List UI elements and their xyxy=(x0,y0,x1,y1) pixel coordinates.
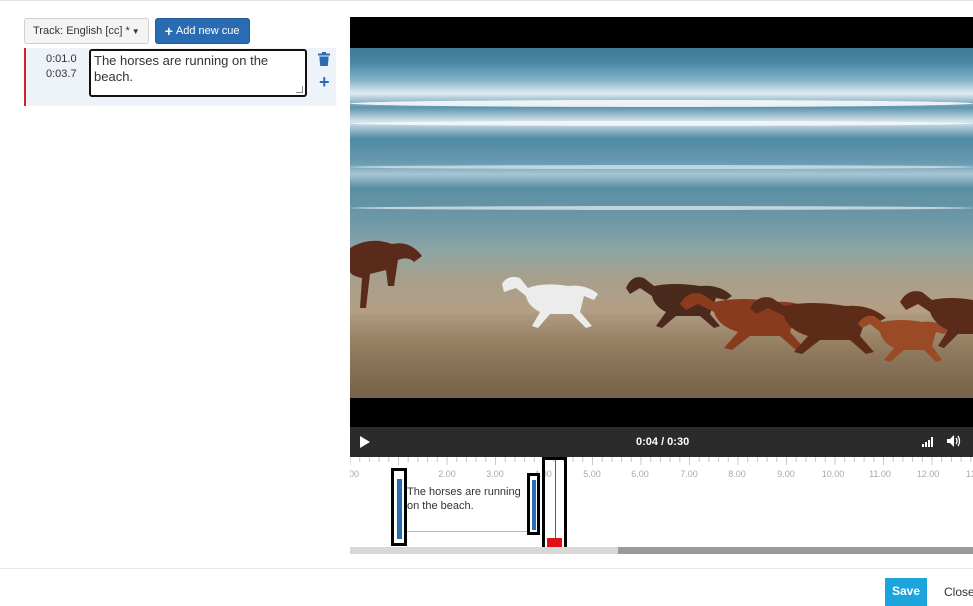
cue-times: 0:01.0 0:03.7 xyxy=(46,52,77,82)
video-frame[interactable] xyxy=(350,48,973,398)
player-controls: 0:04 / 0:30 xyxy=(350,427,973,457)
horse-figure xyxy=(350,240,422,308)
chevron-down-icon: ▼ xyxy=(131,26,140,36)
cue-timeline[interactable]: 00 2.00 3.00 4.00 5.00 6.00 7.00 8.00 9.00 10.00 1… xyxy=(350,457,973,557)
plus-icon: + xyxy=(164,23,173,39)
ruler-tick-label: 12.00 xyxy=(916,469,940,479)
ruler-tick-label: 11.00 xyxy=(869,469,891,479)
track-dropdown-label: Track: English [cc] * xyxy=(33,25,130,37)
footer-divider xyxy=(0,568,973,569)
cue-editor-panel: Track: English [cc] * ▼ + Add new cue 0:… xyxy=(24,18,336,106)
time-display: 0:04 / 0:30 xyxy=(636,436,690,448)
volume-icon[interactable] xyxy=(947,435,961,450)
ruler-tick-label: 3.00 xyxy=(486,469,504,479)
horse-figure xyxy=(502,276,598,328)
timeline-scrollbar[interactable] xyxy=(350,547,973,554)
wave-crest xyxy=(350,206,973,210)
cue-text-field[interactable]: The horses are running on the beach. xyxy=(89,49,307,97)
cue-end-handle-bar xyxy=(532,480,536,530)
ruler-tick-label: 10.00 xyxy=(821,469,845,479)
resize-grip-icon[interactable] xyxy=(296,86,303,93)
cue-start-time[interactable]: 0:01.0 xyxy=(46,52,77,67)
trash-icon[interactable] xyxy=(318,52,330,69)
playhead-handle[interactable] xyxy=(542,457,567,553)
ruler-tick-label: 8.00 xyxy=(728,469,746,479)
horse-figure xyxy=(900,291,973,348)
timeline-scrollbar-thumb[interactable] xyxy=(350,547,618,554)
track-dropdown[interactable]: Track: English [cc] * ▼ xyxy=(24,18,149,44)
ruler-tick-label: 13 xyxy=(965,469,973,479)
play-icon[interactable] xyxy=(360,436,370,448)
ruler-tick-label: 2.00 xyxy=(438,469,456,479)
ruler-tick-label: 9.00 xyxy=(777,469,795,479)
add-new-cue-button[interactable]: + Add new cue xyxy=(154,18,250,44)
wave-crest xyxy=(350,121,973,126)
top-divider xyxy=(0,0,973,1)
wave-crest xyxy=(350,165,973,169)
cue-end-handle[interactable] xyxy=(527,473,540,535)
playhead-line xyxy=(555,460,556,540)
cue-row[interactable]: 0:01.0 0:03.7 The horses are running on … xyxy=(24,48,336,106)
cue-text-value: The horses are running on the beach. xyxy=(94,53,269,84)
ruler-tick-label: 00 xyxy=(350,469,360,479)
cue-toolbar: Track: English [cc] * ▼ + Add new cue xyxy=(24,18,336,44)
cue-start-handle-bar xyxy=(397,479,402,539)
timeline-cue-text: The horses are running on the beach. xyxy=(407,486,521,512)
wave-crest xyxy=(350,100,973,107)
timeline-cue-block[interactable]: The horses are running on the beach. xyxy=(399,482,531,532)
add-cue-plus-icon[interactable]: + xyxy=(319,73,330,91)
ruler-tick-label: 6.00 xyxy=(631,469,649,479)
quality-signal-icon[interactable] xyxy=(922,437,934,450)
ruler-tick-label: 7.00 xyxy=(680,469,698,479)
cue-end-time[interactable]: 0:03.7 xyxy=(46,67,77,82)
cue-start-handle[interactable] xyxy=(391,468,407,546)
add-new-cue-label: Add new cue xyxy=(175,25,240,37)
save-button[interactable]: Save xyxy=(885,578,927,606)
ruler-tick-label: 5.00 xyxy=(583,469,601,479)
video-player[interactable]: 0:04 / 0:30 xyxy=(350,17,973,457)
close-button[interactable]: Close xyxy=(944,585,973,599)
playhead-knob xyxy=(547,538,562,547)
